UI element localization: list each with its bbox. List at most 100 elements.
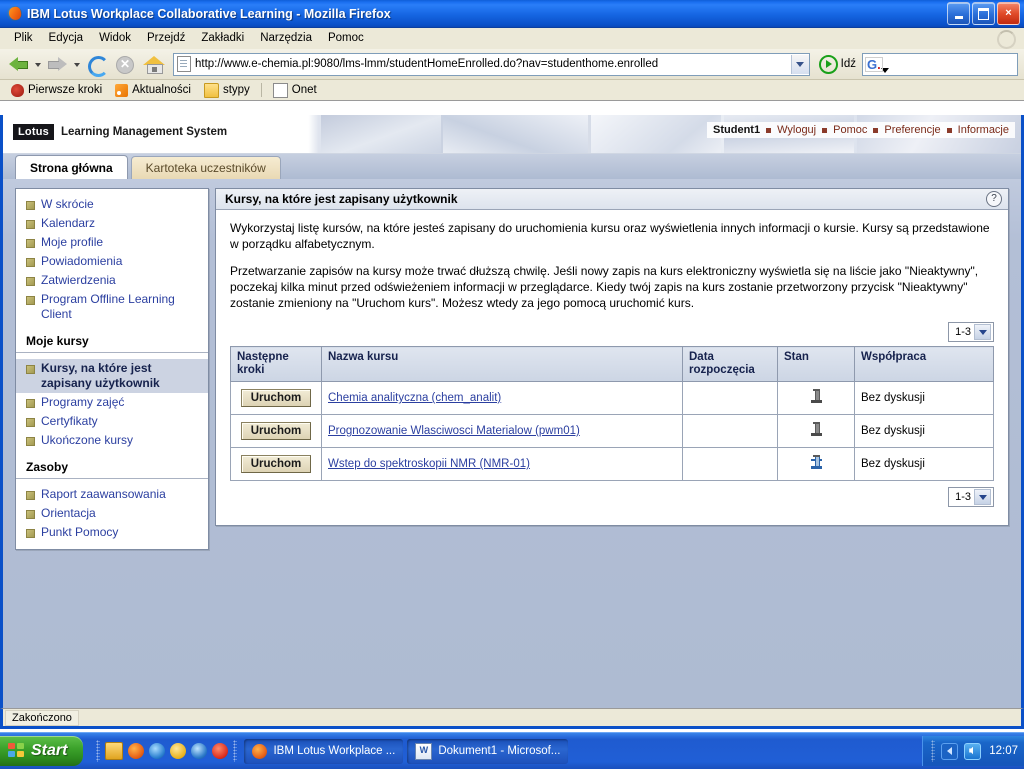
forward-history-chevron-down-icon[interactable] [73, 52, 82, 76]
sidebar-item-orientacja[interactable]: Orientacja [16, 504, 208, 523]
close-button[interactable]: × [997, 2, 1020, 25]
menu-item-przejdz[interactable]: Przejdź [139, 30, 193, 46]
preferences-link[interactable]: Preferencje [884, 124, 940, 136]
back-button[interactable] [6, 52, 32, 76]
help-link[interactable]: Pomoc [833, 124, 867, 136]
menu-item-narzedzia[interactable]: Narzędzia [252, 30, 320, 46]
navigation-toolbar: ✕ http://www.e-chemia.pl:9080/lms-lmm/st… [0, 49, 1024, 80]
sidebar: W skrócie Kalendarz Moje profile Powiado… [15, 188, 209, 550]
firefox-icon [6, 5, 23, 22]
forward-button[interactable] [45, 52, 71, 76]
sidebar-item-label: Kalendarz [41, 216, 96, 230]
address-bar[interactable]: http://www.e-chemia.pl:9080/lms-lmm/stud… [173, 52, 810, 76]
reload-button[interactable] [84, 52, 110, 77]
sidebar-item-certyfikaty[interactable]: Certyfikaty [16, 412, 208, 431]
bookmark-pierwsze-kroki[interactable]: Pierwsze kroki [6, 83, 107, 98]
sidebar-item-kursy-zapisany[interactable]: Kursy, na które jest zapisany użytkownik [16, 359, 208, 393]
tab-kartoteka-uczestnikow[interactable]: Kartoteka uczestników [130, 156, 281, 179]
column-header-nazwa-kursu: Nazwa kursu [321, 346, 683, 382]
column-gray-icon [810, 422, 823, 437]
stop-button[interactable]: ✕ [112, 52, 138, 76]
tray-grip[interactable] [931, 740, 936, 762]
panel-body: Wykorzystaj listę kursów, na które jeste… [216, 210, 1008, 525]
sidebar-item-zatwierdzenia[interactable]: Zatwierdzenia [16, 271, 208, 290]
pagination-select-bottom[interactable]: 1-3 [948, 487, 994, 507]
cell-status [777, 414, 855, 448]
show-desktop-icon[interactable] [105, 742, 124, 760]
page-title: Kursy, na które jest zapisany użytkownik [225, 192, 458, 206]
show-hidden-icons-icon[interactable] [941, 742, 959, 760]
google-icon: G. [865, 56, 883, 72]
taskbar-grip[interactable] [233, 740, 238, 762]
course-link[interactable]: Prognozowanie Wlasciwosci Materialow (pw… [328, 425, 580, 437]
sidebar-item-moje-profile[interactable]: Moje profile [16, 233, 208, 252]
firefox-icon[interactable] [128, 743, 145, 759]
chevron-down-icon[interactable] [974, 324, 991, 340]
column-header-data-rozpoczecia: Data rozpoczęcia [682, 346, 778, 382]
menu-item-edycja[interactable]: Edycja [41, 30, 92, 46]
tab-strona-glowna[interactable]: Strona główna [15, 155, 128, 179]
volume-icon[interactable] [964, 742, 982, 760]
bookmark-stypy[interactable]: stypy [199, 82, 255, 99]
opera-icon[interactable] [212, 743, 229, 759]
logout-link[interactable]: Wyloguj [777, 124, 816, 136]
taskbar-button-word[interactable]: W Dokument1 - Microsof... [407, 738, 569, 764]
launch-button[interactable]: Uruchom [240, 422, 312, 440]
address-chevron-down-icon[interactable] [790, 54, 809, 74]
sidebar-item-raport-zaawansowania[interactable]: Raport zaawansowania [16, 485, 208, 504]
course-link[interactable]: Wstep do spektroskopii NMR (NMR-01) [328, 458, 530, 470]
main-panel: Kursy, na które jest zapisany użytkownik… [215, 188, 1009, 526]
course-link[interactable]: Chemia analityczna (chem_analit) [328, 392, 501, 404]
quick-launch-grip[interactable] [96, 740, 101, 762]
help-icon[interactable]: ? [986, 191, 1002, 207]
info-link[interactable]: Informacje [958, 124, 1009, 136]
internet-explorer-icon[interactable] [149, 743, 166, 759]
cell-course-name: Wstep do spektroskopii NMR (NMR-01) [321, 447, 683, 481]
cell-action: Uruchom [230, 381, 322, 415]
sidebar-item-programy-zajec[interactable]: Programy zajęć [16, 393, 208, 412]
sidebar-item-ukonczone-kursy[interactable]: Ukończone kursy [16, 431, 208, 450]
page-content: W skrócie Kalendarz Moje profile Powiado… [3, 179, 1021, 708]
menu-item-pomoc[interactable]: Pomoc [320, 30, 372, 46]
menu-item-widok[interactable]: Widok [91, 30, 139, 46]
minimize-button[interactable] [947, 2, 970, 25]
taskbar-button-firefox[interactable]: IBM Lotus Workplace ... [244, 738, 404, 764]
menu-item-zakladki[interactable]: Zakładki [193, 30, 252, 46]
pagination-select-top[interactable]: 1-3 [948, 322, 994, 342]
sidebar-item-label: Ukończone kursy [41, 433, 134, 447]
launch-button[interactable]: Uruchom [240, 389, 312, 407]
sidebar-item-label: Zatwierdzenia [41, 273, 116, 287]
bookmark-onet[interactable]: Onet [268, 82, 322, 99]
cell-collaboration: Bez dyskusji [854, 381, 994, 415]
sidebar-item-kalendarz[interactable]: Kalendarz [16, 214, 208, 233]
sidebar-item-powiadomienia[interactable]: Powiadomienia [16, 252, 208, 271]
stop-icon: ✕ [116, 56, 134, 74]
sidebar-item-label: Programy zajęć [41, 395, 125, 409]
start-button[interactable]: Start [0, 736, 84, 766]
cell-course-name: Prognozowanie Wlasciwosci Materialow (pw… [321, 414, 683, 448]
bullet-icon [26, 201, 35, 210]
launch-button[interactable]: Uruchom [240, 455, 312, 473]
go-button[interactable]: Idź [815, 54, 860, 74]
column-header-nastepne-kroki: Następne kroki [230, 346, 322, 382]
taskbar-clock[interactable]: 12:07 [987, 745, 1018, 757]
cell-start-date [682, 414, 778, 448]
sidebar-item-offline-learning-client[interactable]: Program Offline Learning Client [16, 290, 208, 324]
bullet-icon [26, 529, 35, 538]
chevron-down-icon[interactable] [974, 489, 991, 505]
maximize-button[interactable] [972, 2, 995, 25]
taskbar-button-label: Dokument1 - Microsof... [438, 745, 561, 757]
back-history-chevron-down-icon[interactable] [34, 52, 43, 76]
search-input[interactable]: G. [862, 52, 1018, 76]
clock-icon[interactable] [170, 743, 187, 759]
table-row: Uruchom Prognozowanie Wlasciwosci Materi… [230, 414, 994, 448]
bookmark-aktualnosci[interactable]: Aktualności [110, 83, 196, 98]
home-button[interactable] [140, 52, 168, 76]
browser-window: IBM Lotus Workplace Collaborative Learni… [0, 0, 1024, 769]
system-tray: 12:07 [922, 736, 1024, 766]
menu-item-plik[interactable]: Plik [6, 30, 41, 46]
status-text: Zakończono [5, 709, 79, 726]
media-player-icon[interactable] [191, 743, 208, 759]
sidebar-item-punkt-pomocy[interactable]: Punkt Pomocy [16, 523, 208, 542]
sidebar-item-w-skrocie[interactable]: W skrócie [16, 195, 208, 214]
